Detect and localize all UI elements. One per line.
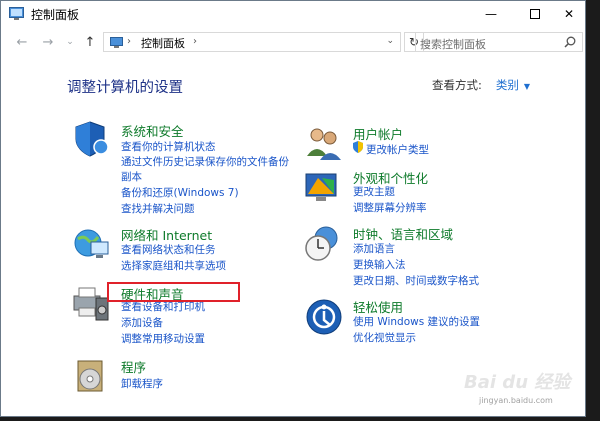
breadcrumb[interactable]: 控制面板	[141, 35, 185, 51]
address-bar[interactable]: › 控制面板 › ⌄	[103, 32, 401, 52]
view-by-dropdown[interactable]: 类别	[496, 78, 519, 92]
search-input[interactable]: 搜索控制面板	[415, 32, 583, 52]
task-link[interactable]: 使用 Windows 建议的设置	[353, 314, 480, 329]
printer-speaker-icon[interactable]	[72, 284, 112, 324]
watermark-url: jingyan.baidu.com	[479, 396, 553, 405]
close-button[interactable]: ✕	[549, 1, 585, 27]
minimize-icon: —	[485, 7, 497, 21]
task-link[interactable]: 查找并解决问题	[121, 201, 195, 216]
window-title: 控制面板	[31, 8, 80, 22]
control-panel-window: 控制面板 — ✕ ← → ⌄ ↑ › 控制面板 › ⌄ ↻ 搜索控制面板 调整计…	[0, 0, 586, 417]
title-bar: 控制面板 — ✕	[1, 1, 585, 27]
clock-globe-icon[interactable]	[304, 224, 344, 264]
programs-disc-icon[interactable]	[72, 357, 112, 397]
search-icon	[564, 36, 576, 48]
uac-shield-icon	[353, 141, 363, 153]
task-link[interactable]: 更换输入法	[353, 257, 406, 272]
page-title: 调整计算机的设置	[67, 80, 183, 96]
view-by-label: 查看方式:	[432, 78, 482, 92]
navigation-bar: ← → ⌄ ↑ › 控制面板 › ⌄ ↻ 搜索控制面板	[1, 31, 585, 53]
task-link[interactable]: 通过文件历史记录保存你的文件备份	[121, 154, 289, 169]
task-link[interactable]: 调整常用移动设置	[121, 331, 205, 346]
task-link[interactable]: 更改帐户类型	[366, 142, 429, 157]
control-panel-icon	[9, 7, 24, 20]
watermark-logo: Bai du 经验	[464, 372, 571, 393]
task-link[interactable]: 备份和还原(Windows 7)	[121, 185, 239, 200]
task-link[interactable]: 查看你的计算机状态	[121, 139, 216, 154]
task-link[interactable]: 查看网络状态和任务	[121, 242, 216, 257]
task-link[interactable]: 优化视觉显示	[353, 330, 416, 345]
forward-arrow-icon: →	[42, 34, 54, 50]
task-link[interactable]: 添加语言	[353, 241, 395, 256]
close-icon: ✕	[563, 7, 575, 21]
task-link[interactable]: 更改日期、时间或数字格式	[353, 273, 479, 288]
back-arrow-icon: ←	[16, 34, 28, 50]
view-by: 查看方式: 类别 ▼	[432, 77, 530, 93]
maximize-icon	[530, 9, 540, 19]
chevron-down-icon: ⌄	[66, 37, 74, 47]
back-button[interactable]: ←	[13, 33, 31, 51]
task-link[interactable]: 更改主题	[353, 184, 395, 199]
chevron-right-icon: ›	[127, 36, 131, 47]
chevron-down-icon[interactable]: ⌄	[386, 36, 394, 46]
caret-down-icon[interactable]: ▼	[524, 82, 530, 91]
shield-icon[interactable]	[72, 119, 112, 159]
recent-locations-button[interactable]: ⌄	[61, 33, 79, 51]
task-link[interactable]: 副本	[121, 169, 142, 184]
forward-button[interactable]: →	[39, 33, 57, 51]
highlight-box	[107, 282, 240, 302]
chevron-right-icon[interactable]: ›	[193, 36, 197, 47]
up-arrow-icon: ↑	[84, 34, 96, 50]
up-button[interactable]: ↑	[81, 33, 99, 51]
network-globe-icon[interactable]	[72, 225, 112, 265]
monitor-palette-icon[interactable]	[304, 168, 344, 208]
category-title[interactable]: 程序	[121, 357, 146, 376]
category-title[interactable]: 系统和安全	[121, 121, 184, 140]
search-placeholder: 搜索控制面板	[420, 38, 486, 51]
minimize-button[interactable]: —	[471, 1, 511, 27]
task-link[interactable]: 选择家庭组和共享选项	[121, 258, 226, 273]
task-link[interactable]: 添加设备	[121, 315, 163, 330]
users-icon[interactable]	[304, 124, 344, 164]
ease-of-access-icon[interactable]	[304, 297, 344, 337]
task-link[interactable]: 卸载程序	[121, 376, 163, 391]
task-link[interactable]: 调整屏幕分辨率	[353, 200, 427, 215]
control-panel-icon	[110, 37, 123, 48]
